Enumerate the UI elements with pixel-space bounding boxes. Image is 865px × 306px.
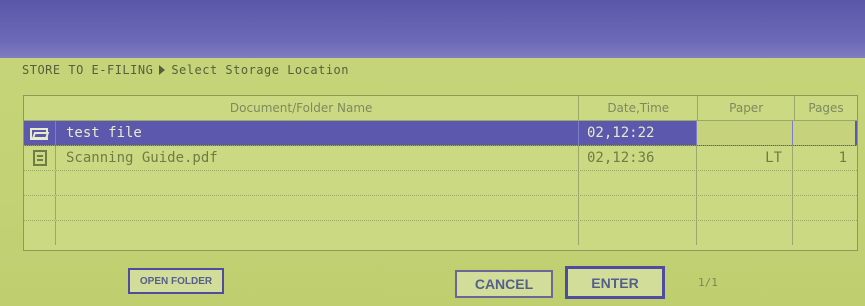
table-row-test-file[interactable]: test file 02,12:22 <box>24 121 857 146</box>
enter-button[interactable]: ENTER <box>565 266 665 299</box>
row-paper: LT <box>697 146 793 170</box>
file-table: Document/Folder Name Date,Time Paper Pag… <box>23 95 858 251</box>
page-indicator: 1/1 <box>698 276 718 289</box>
row-pages: 1 <box>838 150 847 166</box>
cancel-button[interactable]: CANCEL <box>455 270 553 298</box>
table-header: Document/Folder Name Date,Time Paper Pag… <box>24 96 857 121</box>
empty-row <box>24 171 857 196</box>
document-icon <box>32 150 47 166</box>
breadcrumb-root: STORE TO E-FILING <box>22 63 154 77</box>
empty-row <box>24 196 857 221</box>
row-name: test file <box>56 121 579 145</box>
open-folder-button[interactable]: OPEN FOLDER <box>128 268 224 294</box>
breadcrumb: STORE TO E-FILING Select Storage Locatio… <box>22 60 349 80</box>
row-paper <box>697 121 793 145</box>
table-row-scanning-guide[interactable]: Scanning Guide.pdf 02,12:36 LT 1 <box>24 146 857 171</box>
column-header-pages[interactable]: Pages <box>795 96 857 120</box>
lcd-screen: STORE TO E-FILING Select Storage Locatio… <box>0 0 865 306</box>
column-header-paper[interactable]: Paper <box>698 96 796 120</box>
button-bar: OPEN FOLDER CANCEL ENTER 1/1 <box>0 258 865 306</box>
breadcrumb-current: Select Storage Location <box>171 63 349 77</box>
row-name: Scanning Guide.pdf <box>56 146 579 170</box>
row-date: 02,12:22 <box>579 121 697 145</box>
row-pages <box>793 121 855 145</box>
row-date: 02,12:36 <box>579 146 697 170</box>
breadcrumb-arrow-icon <box>159 65 166 75</box>
column-header-date[interactable]: Date,Time <box>579 96 699 120</box>
empty-row <box>24 221 857 245</box>
folder-icon <box>29 126 50 140</box>
title-bar <box>0 0 865 58</box>
column-header-name[interactable]: Document/Folder Name <box>24 96 580 120</box>
